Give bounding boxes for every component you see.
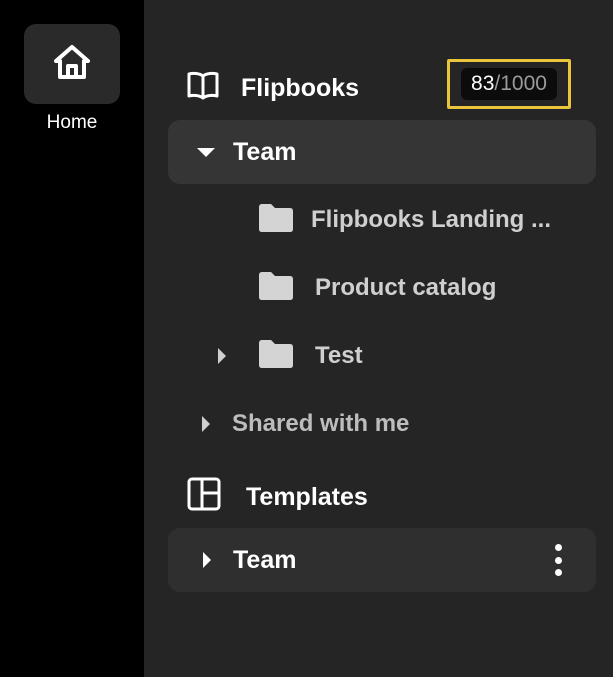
home-button[interactable] — [24, 24, 120, 104]
left-rail: Home — [0, 0, 144, 677]
more-options-icon[interactable] — [554, 544, 562, 576]
shared-with-me-label: Shared with me — [232, 410, 410, 437]
folder-icon — [257, 203, 295, 238]
templates-title: Templates — [246, 483, 368, 511]
team-label: Team — [233, 137, 297, 166]
folder-label: Test — [315, 342, 363, 369]
tree-item-folder-test[interactable]: Test — [218, 338, 363, 374]
counter-max: 1000 — [500, 72, 547, 95]
layout-icon — [186, 476, 222, 519]
tree-item-templates-team[interactable]: Team — [168, 528, 596, 592]
book-icon — [186, 70, 220, 107]
counter-used: 83 — [471, 72, 495, 95]
flipbook-usage-counter: 83/1000 — [447, 59, 571, 109]
tree-item-shared-with-me[interactable]: Shared with me — [202, 406, 409, 442]
flipbooks-title: Flipbooks — [241, 74, 360, 102]
templates-header[interactable]: Templates — [186, 476, 368, 519]
home-icon — [53, 44, 91, 85]
home-label: Home — [46, 112, 98, 133]
caret-right-icon[interactable] — [202, 416, 210, 432]
folder-icon — [257, 271, 295, 306]
tree-item-team[interactable]: Team — [168, 120, 596, 184]
caret-right-icon[interactable] — [203, 552, 211, 568]
tree-item-folder[interactable]: Product catalog — [257, 270, 496, 306]
flipbooks-header[interactable]: Flipbooks — [186, 70, 359, 107]
templates-team-label: Team — [233, 545, 297, 574]
folder-icon — [257, 339, 295, 374]
tree-item-folder[interactable]: Flipbooks Landing ... — [257, 202, 551, 238]
caret-right-icon[interactable] — [218, 348, 226, 364]
folder-label: Flipbooks Landing ... — [311, 206, 551, 233]
folder-label: Product catalog — [315, 274, 497, 301]
caret-down-icon[interactable] — [197, 147, 215, 157]
